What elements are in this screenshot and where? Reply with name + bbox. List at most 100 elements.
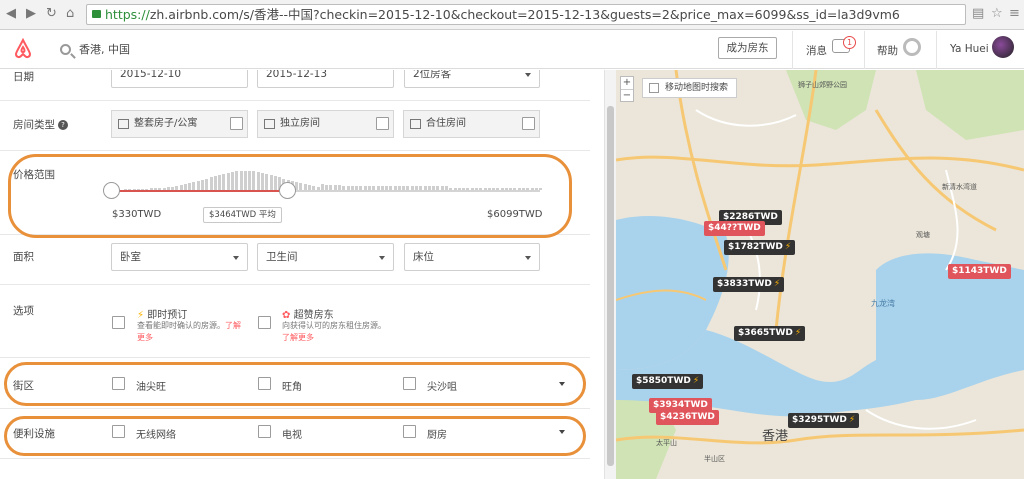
superhost-learn-more[interactable]: 了解更多 — [282, 333, 314, 342]
price-min-handle[interactable] — [103, 182, 120, 199]
room-type-private-label: 独立房间 — [280, 118, 320, 129]
amenity-option-kitchen[interactable]: 厨房 — [427, 426, 447, 441]
reload-icon[interactable]: ↻ — [46, 7, 57, 21]
price-pin[interactable]: $3665TWD ⚡ — [734, 326, 806, 341]
translate-icon[interactable]: ▤ — [972, 6, 984, 21]
help-link[interactable]: 帮助 — [877, 43, 898, 58]
price-histogram-bar — [248, 171, 252, 190]
neighborhoods-expand-icon[interactable] — [559, 382, 565, 386]
price-pin[interactable]: $1782TWD ⚡ — [724, 240, 796, 255]
divider — [0, 284, 590, 285]
amenity-option-tv[interactable]: 电视 — [282, 426, 302, 441]
price-pin-label: $3934TWD — [653, 400, 708, 410]
chevron-down-icon — [233, 256, 239, 260]
location-search[interactable]: 香港, 中国 — [60, 41, 130, 57]
price-pin-label: $44??TWD — [708, 223, 761, 233]
room-type-shared-checkbox[interactable] — [522, 117, 535, 130]
price-pin[interactable]: $1143TWD — [948, 264, 1011, 279]
bedrooms-value: 卧室 — [120, 251, 141, 263]
checkout-field[interactable]: 2015-12-13 — [257, 70, 394, 88]
user-name[interactable]: Ya Huei — [950, 43, 989, 55]
filter-panel-scrollbar[interactable] — [604, 70, 616, 479]
divider — [0, 100, 590, 101]
map-label-victoria-peak: 太平山 — [656, 439, 677, 447]
guests-select[interactable]: 2位房客 — [404, 70, 540, 88]
neighborhood-option-1[interactable]: 油尖旺 — [136, 378, 166, 393]
beds-select[interactable]: 床位 — [404, 243, 540, 271]
neighborhood-checkbox-2[interactable] — [258, 377, 271, 390]
room-type-entire-checkbox[interactable] — [230, 117, 243, 130]
door-icon — [264, 119, 275, 129]
price-histogram-bar — [265, 174, 269, 190]
chevron-down-icon — [525, 73, 531, 77]
neighborhood-checkbox-1[interactable] — [112, 377, 125, 390]
divider — [0, 357, 590, 358]
map-view[interactable]: + − 移动地图时搜索 狮子山郊野公园 九龙湾 香港 观塘 太平山 半山区 新清… — [616, 70, 1024, 479]
amenities-expand-icon[interactable] — [559, 430, 565, 434]
avatar[interactable] — [992, 36, 1014, 58]
zoom-in-button[interactable]: + — [621, 77, 633, 90]
price-histogram-bar — [201, 180, 205, 190]
amenity-checkbox-kitchen[interactable] — [403, 425, 416, 438]
price-slider-track[interactable] — [112, 190, 540, 192]
price-pin[interactable]: $3833TWD ⚡ — [713, 277, 785, 292]
instant-book-icon: ⚡ — [773, 279, 781, 289]
menu-icon[interactable]: ≡ — [1009, 6, 1020, 21]
lifebuoy-icon[interactable] — [903, 38, 921, 56]
room-type-entire[interactable]: 整套房子/公寓 — [111, 110, 248, 138]
price-pin[interactable]: $5850TWD ⚡ — [632, 374, 704, 389]
help-icon[interactable]: ? — [58, 120, 68, 130]
price-histogram-bar — [299, 183, 303, 190]
scrollbar-thumb[interactable] — [607, 106, 614, 466]
become-host-button[interactable]: 成为房东 — [718, 37, 777, 59]
browser-chrome: ◀ ▶ ↻ ⌂ https://zh.airbnb.com/s/香港--中国?c… — [0, 0, 1024, 30]
price-pin-label: $1143TWD — [952, 266, 1007, 276]
neighborhood-checkbox-3[interactable] — [403, 377, 416, 390]
url-text: zh.airbnb.com/s/香港--中国?checkin=2015-12-1… — [149, 7, 900, 22]
room-type-shared[interactable]: 合住房间 — [403, 110, 540, 138]
neighborhood-option-3[interactable]: 尖沙咀 — [427, 378, 457, 393]
checkin-field[interactable]: 2015-12-10 — [111, 70, 248, 88]
search-on-move-label: 移动地图时搜索 — [665, 83, 729, 93]
neighborhoods-label: 街区 — [13, 380, 34, 392]
bedrooms-select[interactable]: 卧室 — [111, 243, 248, 271]
instant-book-checkbox[interactable] — [112, 316, 125, 329]
superhost-checkbox[interactable] — [258, 316, 271, 329]
search-input[interactable]: 香港, 中国 — [79, 43, 130, 56]
address-bar[interactable]: https://zh.airbnb.com/s/香港--中国?checkin=2… — [86, 4, 966, 25]
checkin-value: 2015-12-10 — [120, 70, 182, 80]
search-on-move-checkbox[interactable] — [649, 83, 659, 93]
room-type-private[interactable]: 独立房间 — [257, 110, 394, 138]
price-histogram-bar — [252, 171, 256, 190]
chevron-down-icon — [379, 256, 385, 260]
divider — [0, 234, 590, 235]
price-pin[interactable]: $44??TWD — [704, 221, 765, 236]
price-histogram-bar — [269, 175, 273, 190]
price-pin[interactable]: $4236TWD — [656, 410, 719, 425]
room-type-private-checkbox[interactable] — [376, 117, 389, 130]
price-histogram-bar — [260, 173, 264, 190]
home-icon[interactable]: ⌂ — [66, 7, 74, 21]
forward-icon[interactable]: ▶ — [26, 7, 36, 21]
messages-link[interactable]: 消息 — [806, 43, 827, 58]
bathrooms-select[interactable]: 卫生间 — [257, 243, 394, 271]
map-label-lion-rock: 狮子山郊野公园 — [798, 81, 847, 89]
price-max-handle[interactable] — [279, 182, 297, 199]
amenity-checkbox-wifi[interactable] — [112, 425, 125, 438]
price-pin[interactable]: $3295TWD ⚡ — [788, 413, 860, 428]
airbnb-logo-icon[interactable] — [12, 38, 34, 60]
price-histogram — [112, 170, 543, 190]
amenities-label: 便利设施 — [13, 428, 55, 440]
map-zoom-control[interactable]: + − — [620, 76, 634, 102]
amenity-checkbox-tv[interactable] — [258, 425, 271, 438]
map-label-kowloon-bay: 九龙湾 — [871, 299, 895, 308]
neighborhood-option-2[interactable]: 旺角 — [282, 378, 302, 393]
zoom-out-button[interactable]: − — [621, 90, 633, 102]
divider — [792, 31, 793, 69]
room-type-label-text: 房间类型 — [13, 119, 55, 131]
search-on-move-toggle[interactable]: 移动地图时搜索 — [642, 78, 738, 98]
bookmark-star-icon[interactable]: ☆ — [991, 6, 1003, 21]
amenity-option-wifi[interactable]: 无线网络 — [136, 426, 176, 441]
search-icon — [60, 44, 71, 55]
back-icon[interactable]: ◀ — [6, 7, 16, 21]
